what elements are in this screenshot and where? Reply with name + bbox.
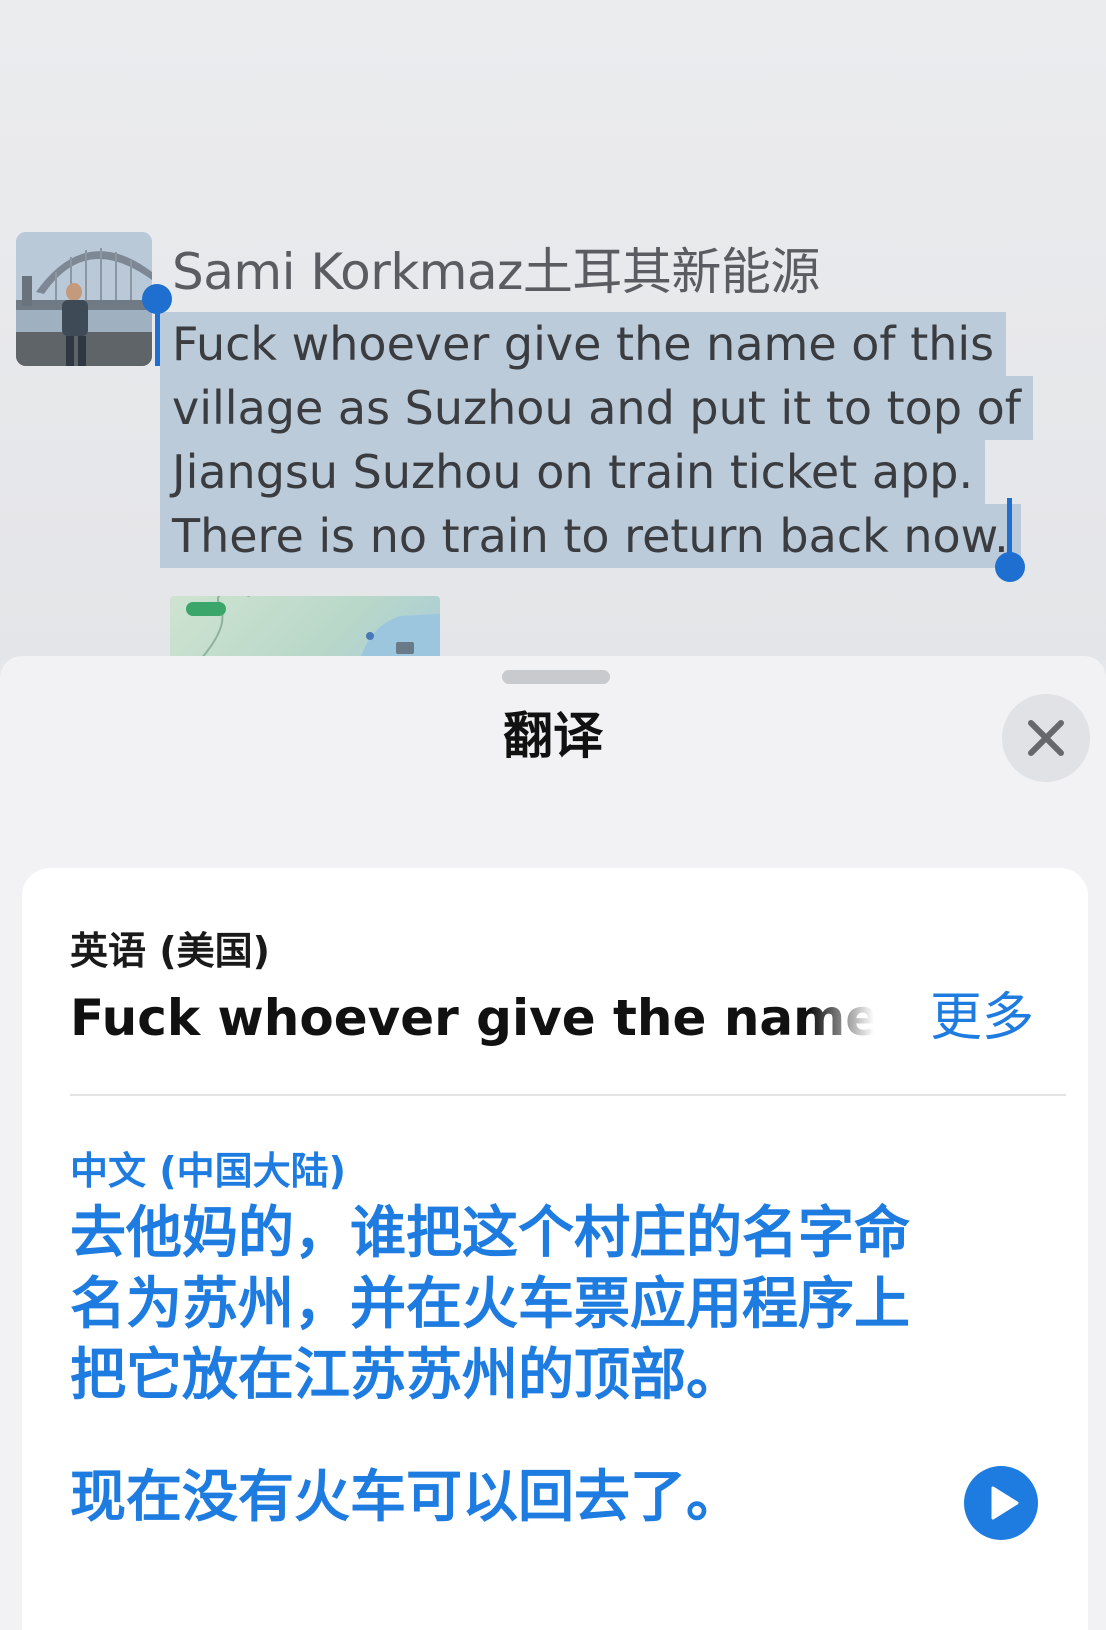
play-button[interactable] bbox=[964, 1466, 1038, 1540]
source-language-label[interactable]: 英语 (美国) bbox=[70, 920, 270, 975]
message-text[interactable]: Fuck whoever give the name of this villa… bbox=[160, 312, 1040, 568]
message-line: Jiangsu Suzhou on train ticket app. bbox=[160, 440, 986, 504]
translation-card: 英语 (美国) Fuck whoever give the name of 更多… bbox=[22, 868, 1088, 1630]
sender-name: Sami Korkmaz土耳其新能源 bbox=[172, 243, 820, 301]
message-line: Fuck whoever give the name of this bbox=[160, 312, 1007, 376]
target-text: 去他妈的，谁把这个村庄的名字命 名为苏州，并在火车票应用程序上 把它放在江苏苏州… bbox=[70, 1198, 950, 1411]
avatar-photo-icon bbox=[16, 232, 152, 366]
target-text-last-line: 现在没有火车可以回去了。 bbox=[70, 1465, 742, 1530]
more-button[interactable]: 更多 bbox=[930, 978, 1034, 1058]
message-line: There is no train to return back now. bbox=[160, 504, 1021, 568]
source-text: Fuck whoever give the name of bbox=[70, 978, 890, 1058]
target-text-line: 去他妈的，谁把这个村庄的名字命 bbox=[70, 1201, 910, 1266]
map-thumbnail[interactable] bbox=[170, 596, 440, 660]
target-language-label[interactable]: 中文 (中国大陆) bbox=[70, 1140, 346, 1195]
message-line: village as Suzhou and put it to top of bbox=[160, 376, 1033, 440]
sheet-title: 翻译 bbox=[503, 707, 603, 765]
target-text-line: 把它放在江苏苏州的顶部。 bbox=[70, 1343, 742, 1408]
source-text-value: Fuck whoever give the name of bbox=[70, 989, 890, 1047]
close-button[interactable] bbox=[1002, 694, 1090, 782]
selection-start-stem bbox=[155, 300, 160, 366]
thumbnail-badge bbox=[186, 602, 226, 616]
avatar[interactable] bbox=[16, 232, 152, 366]
divider bbox=[70, 1094, 1066, 1096]
source-text-fade bbox=[810, 978, 890, 1058]
play-icon bbox=[991, 1486, 1019, 1520]
selection-end-handle[interactable] bbox=[995, 552, 1025, 582]
close-icon bbox=[1028, 720, 1064, 756]
sheet-grabber[interactable] bbox=[502, 670, 610, 684]
translate-sheet: 翻译 英语 (美国) Fuck whoever give the name of… bbox=[0, 656, 1106, 1630]
target-text-line: 名为苏州，并在火车票应用程序上 bbox=[70, 1272, 910, 1337]
